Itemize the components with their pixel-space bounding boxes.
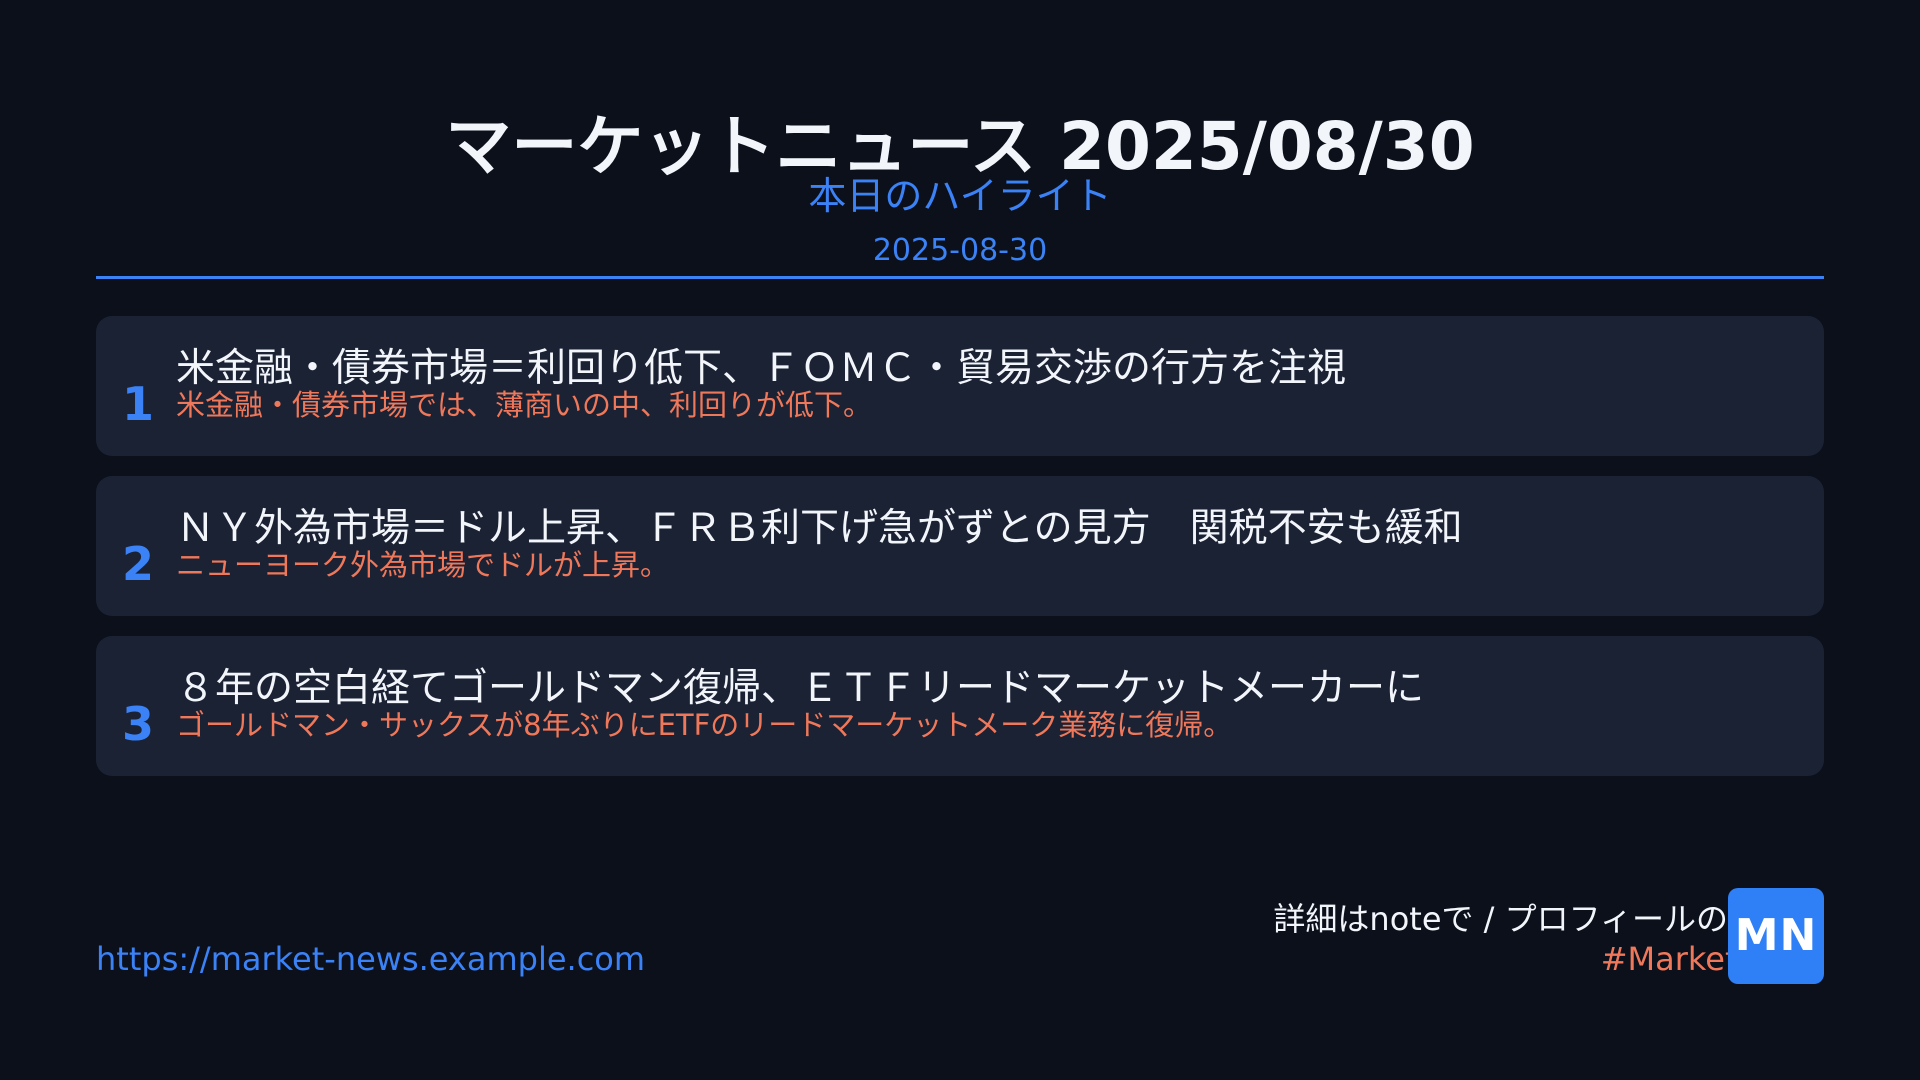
footer-info: 詳細はnoteで / プロフィールのリンク #MarketNews bbox=[1064, 890, 1824, 990]
site-url-link[interactable]: https://market-news.example.com bbox=[96, 938, 645, 980]
news-summary: ゴールドマン・サックスが8年ぶりにETFのリードマーケットメーク業務に復帰。 bbox=[176, 708, 1233, 742]
news-number: 1 bbox=[121, 377, 154, 431]
news-number: 2 bbox=[121, 537, 154, 591]
header: マーケットニュース 2025/08/30 本日のハイライト 2025-08-30 bbox=[0, 106, 1920, 270]
logo-badge: MN bbox=[1728, 888, 1824, 984]
page-subtitle: 本日のハイライト bbox=[808, 174, 1112, 218]
page-date: 2025-08-30 bbox=[872, 233, 1048, 268]
header-divider bbox=[96, 276, 1824, 279]
news-summary: ニューヨーク外為市場でドルが上昇。 bbox=[176, 548, 670, 582]
news-card-3[interactable]: 3 ８年の空白経てゴールドマン復帰、ＥＴＦリードマーケットメーカーに ゴールドマ… bbox=[96, 636, 1824, 776]
news-summary: 米金融・債券市場では、薄商いの中、利回りが低下。 bbox=[176, 388, 873, 422]
news-list: 1 米金融・債券市場＝利回り低下、ＦＯＭＣ・貿易交渉の行方を注視 米金融・債券市… bbox=[96, 316, 1824, 796]
news-card-2[interactable]: 2 ＮＹ外為市場＝ドル上昇、ＦＲＢ利下げ急がずとの見方 関税不安も緩和 ニューヨ… bbox=[96, 476, 1824, 616]
news-card-1[interactable]: 1 米金融・債券市場＝利回り低下、ＦＯＭＣ・貿易交渉の行方を注視 米金融・債券市… bbox=[96, 316, 1824, 456]
news-number: 3 bbox=[121, 697, 154, 751]
